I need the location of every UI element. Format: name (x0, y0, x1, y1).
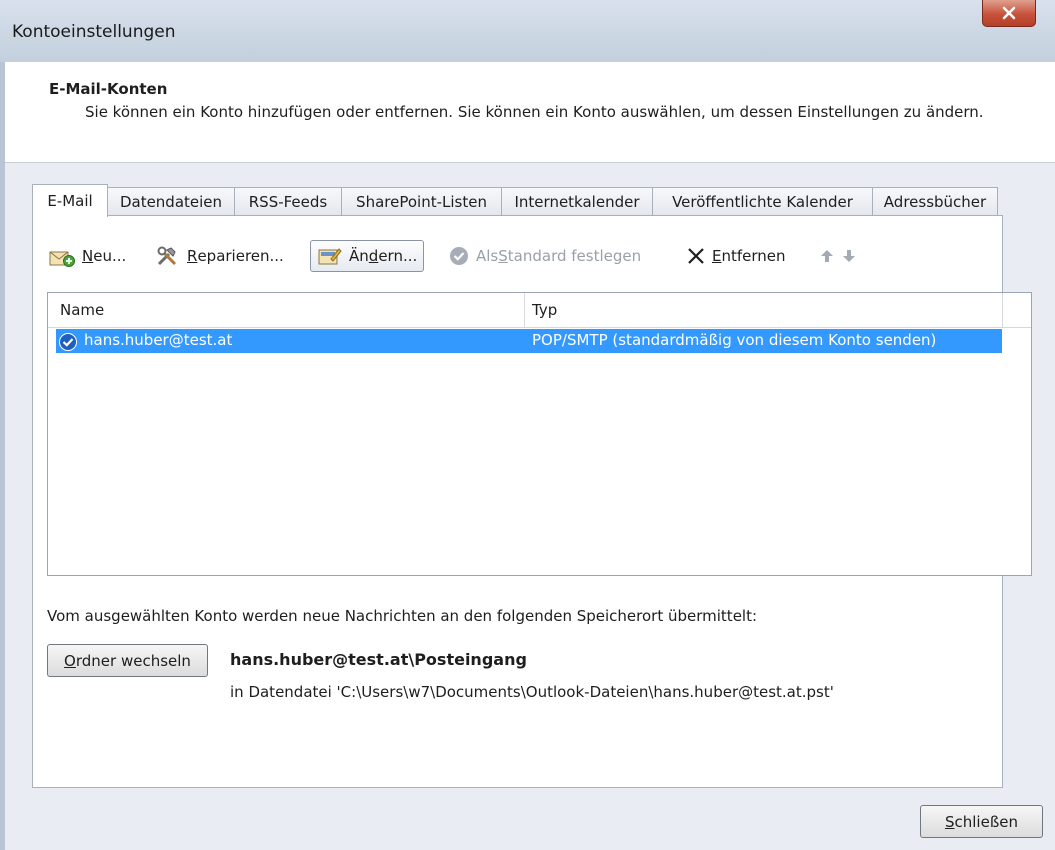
tab-sharepoint-lists[interactable]: SharePoint-Listen (341, 187, 502, 215)
repair-button[interactable]: Reparieren... (155, 240, 284, 272)
delete-x-icon (688, 248, 704, 264)
tab-address-books[interactable]: Adressbücher (872, 187, 998, 215)
close-window-button[interactable] (982, 0, 1036, 27)
header-title: E-Mail-Konten (49, 80, 168, 98)
move-up-button[interactable] (820, 240, 840, 272)
account-type: POP/SMTP (standardmäßig von diesem Konto… (532, 331, 937, 349)
set-default-label-prefix: Als (476, 247, 499, 265)
arrow-down-icon (843, 250, 855, 262)
window-left-edge (0, 62, 5, 850)
change-label-prefix: Än (349, 247, 369, 265)
dialog-header: E-Mail-Konten Sie können ein Konto hinzu… (5, 62, 1055, 163)
set-default-label: tandard festlegen (507, 247, 642, 265)
checkmark-circle-icon (450, 247, 468, 265)
datafile-path: in Datendatei 'C:\Users\w7\Documents\Out… (230, 683, 834, 701)
tab-published-calendars[interactable]: Veröffentlichte Kalender (652, 187, 873, 215)
change-folder-label: rdner wechseln (75, 651, 191, 670)
title-bar: Kontoeinstellungen (0, 0, 1055, 62)
accounts-list[interactable]: Name Typ hans.huber@test.at POP/SMTP (st… (47, 292, 1032, 576)
remove-label-mnemonic: E (712, 247, 722, 265)
tab-rss-feeds[interactable]: RSS-Feeds (234, 187, 342, 215)
column-separator[interactable] (524, 293, 525, 327)
window-title: Kontoeinstellungen (12, 22, 176, 42)
move-down-button[interactable] (842, 240, 862, 272)
change-button[interactable]: Än d ern... (310, 240, 425, 272)
close-label: chließen (954, 812, 1019, 831)
column-header-type[interactable]: Typ (532, 301, 557, 319)
tab-datafiles[interactable]: Datendateien (107, 187, 235, 215)
accounts-list-header: Name Typ (48, 293, 1031, 328)
arrow-up-icon (821, 250, 833, 262)
tab-internet-calendars[interactable]: Internetkalender (501, 187, 653, 215)
delivery-info-text: Vom ausgewählten Konto werden neue Nachr… (47, 607, 758, 625)
default-account-check-icon (59, 333, 77, 351)
delivery-folder-path: hans.huber@test.at\Posteingang (230, 650, 527, 669)
remove-button[interactable]: Entfernen (686, 240, 786, 272)
account-settings-window: Kontoeinstellungen E-Mail-Konten Sie kön… (0, 0, 1055, 850)
repair-label: eparieren... (197, 247, 284, 265)
set-default-label-mnemonic: S (498, 247, 508, 265)
column-separator[interactable] (1002, 293, 1003, 327)
close-button[interactable]: Schließen (920, 805, 1043, 838)
change-account-icon (318, 248, 342, 265)
change-label-mnemonic: d (368, 247, 379, 265)
new-label-mnemonic: N (82, 247, 94, 265)
remove-label: ntfernen (721, 247, 786, 265)
account-name: hans.huber@test.at (84, 331, 233, 349)
header-description: Sie können ein Konto hinzufügen oder ent… (85, 103, 984, 121)
tools-icon (157, 246, 177, 266)
change-folder-mnemonic: O (64, 651, 76, 670)
set-default-button[interactable]: Als Standard festlegen (448, 240, 641, 272)
change-folder-button[interactable]: Ordner wechseln (47, 644, 208, 677)
new-label: eu... (93, 247, 127, 265)
repair-label-mnemonic: R (187, 247, 198, 265)
column-header-name[interactable]: Name (60, 301, 104, 319)
change-label: ern... (378, 247, 418, 265)
new-mail-icon (49, 251, 75, 267)
close-icon (1002, 6, 1016, 20)
tab-email[interactable]: E-Mail (32, 184, 108, 217)
new-account-button[interactable]: Neu... (48, 240, 126, 272)
close-label-mnemonic: S (944, 812, 955, 831)
account-row[interactable]: hans.huber@test.at POP/SMTP (standardmäß… (56, 329, 1002, 353)
